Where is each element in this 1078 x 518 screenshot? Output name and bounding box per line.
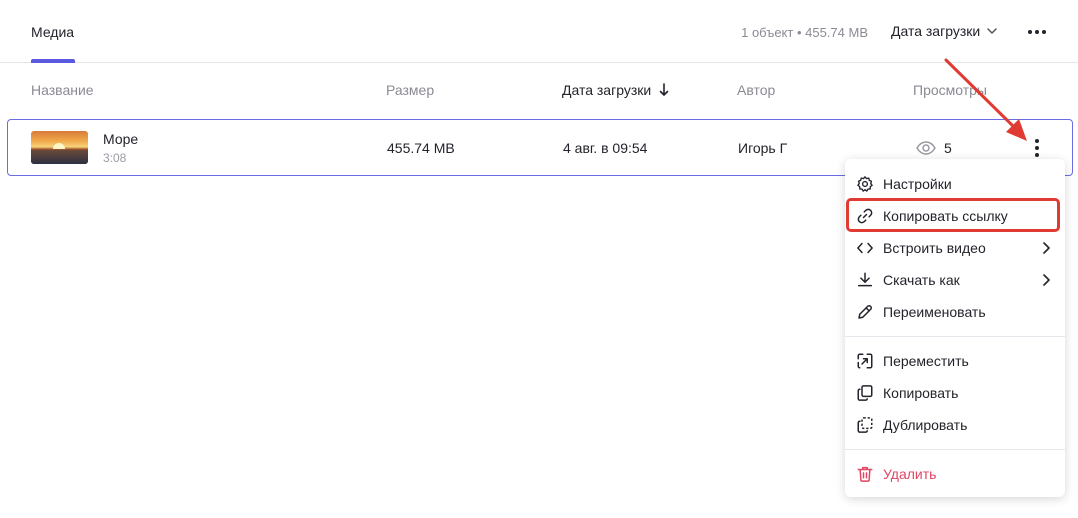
more-vertical-icon — [1035, 139, 1039, 143]
thumbnail-sun — [53, 143, 65, 149]
menu-item-embed-video[interactable]: Встроить видео — [845, 232, 1065, 264]
menu-item-label: Копировать ссылку — [883, 208, 1008, 224]
menu-item-label: Встроить видео — [883, 240, 986, 256]
chevron-right-icon — [1043, 274, 1050, 286]
video-author: Игорь Г — [738, 140, 788, 156]
chevron-right-icon — [1043, 242, 1050, 254]
code-icon — [857, 242, 873, 254]
move-icon — [857, 353, 873, 369]
column-header-author[interactable]: Автор — [737, 82, 775, 98]
column-header-date[interactable]: Дата загрузки — [562, 82, 669, 98]
dot — [1035, 146, 1039, 150]
menu-item-label: Удалить — [883, 466, 937, 482]
copy-icon — [857, 385, 873, 401]
video-title[interactable]: Море — [103, 131, 138, 147]
column-header-size[interactable]: Размер — [386, 82, 434, 98]
menu-item-label: Дублировать — [883, 417, 968, 433]
column-header-date-label: Дата загрузки — [562, 82, 652, 98]
menu-item-rename[interactable]: Переименовать — [845, 296, 1065, 328]
active-tab-indicator — [31, 59, 75, 63]
link-icon — [857, 208, 873, 224]
trash-icon — [857, 466, 873, 482]
menu-item-move[interactable]: Переместить — [845, 345, 1065, 377]
tab-media[interactable]: Медиа — [31, 24, 74, 40]
chevron-down-icon — [987, 28, 997, 34]
thumbnail-sea — [31, 150, 88, 164]
arrow-down-icon — [659, 83, 669, 96]
menu-item-delete[interactable]: Удалить — [845, 458, 1065, 490]
menu-item-label: Настройки — [883, 176, 952, 192]
menu-item-download-as[interactable]: Скачать как — [845, 264, 1065, 296]
video-thumbnail[interactable] — [31, 131, 88, 164]
more-horizontal-icon — [1028, 30, 1032, 34]
menu-item-label: Скачать как — [883, 272, 960, 288]
menu-item-copy[interactable]: Копировать — [845, 377, 1065, 409]
sort-dropdown-label: Дата загрузки — [891, 23, 981, 39]
menu-item-copy-link[interactable]: Копировать ссылку — [845, 200, 1065, 232]
column-header-views[interactable]: Просмотры — [913, 82, 987, 98]
column-header-name[interactable]: Название — [31, 82, 94, 98]
menu-item-label: Копировать — [883, 385, 959, 401]
video-views: 5 — [916, 140, 952, 156]
top-bar: Медиа 1 объект • 455.74 MB Дата загрузки — [0, 0, 1078, 63]
menu-item-settings[interactable]: Настройки — [845, 168, 1065, 200]
menu-divider — [845, 336, 1065, 337]
duplicate-icon — [857, 417, 873, 433]
video-views-count: 5 — [944, 140, 952, 156]
object-count: 1 объект • 455.74 MB — [741, 25, 868, 40]
eye-icon — [916, 141, 936, 155]
menu-item-duplicate[interactable]: Дублировать — [845, 409, 1065, 441]
menu-divider — [845, 449, 1065, 450]
context-menu: Настройки Копировать ссылку Встроить вид… — [845, 159, 1065, 497]
pencil-icon — [858, 305, 872, 319]
menu-item-label: Переименовать — [883, 304, 986, 320]
video-duration: 3:08 — [103, 151, 127, 165]
video-size: 455.74 MB — [387, 140, 455, 156]
gear-icon — [857, 176, 873, 192]
dot — [1042, 30, 1046, 34]
dot — [1035, 153, 1039, 157]
dot — [1035, 30, 1039, 34]
more-options-button[interactable] — [1024, 22, 1050, 42]
download-icon — [857, 272, 873, 287]
row-more-button[interactable] — [1028, 136, 1046, 160]
menu-item-label: Переместить — [883, 353, 969, 369]
video-date: 4 авг. в 09:54 — [563, 140, 648, 156]
sort-dropdown[interactable]: Дата загрузки — [891, 23, 998, 39]
